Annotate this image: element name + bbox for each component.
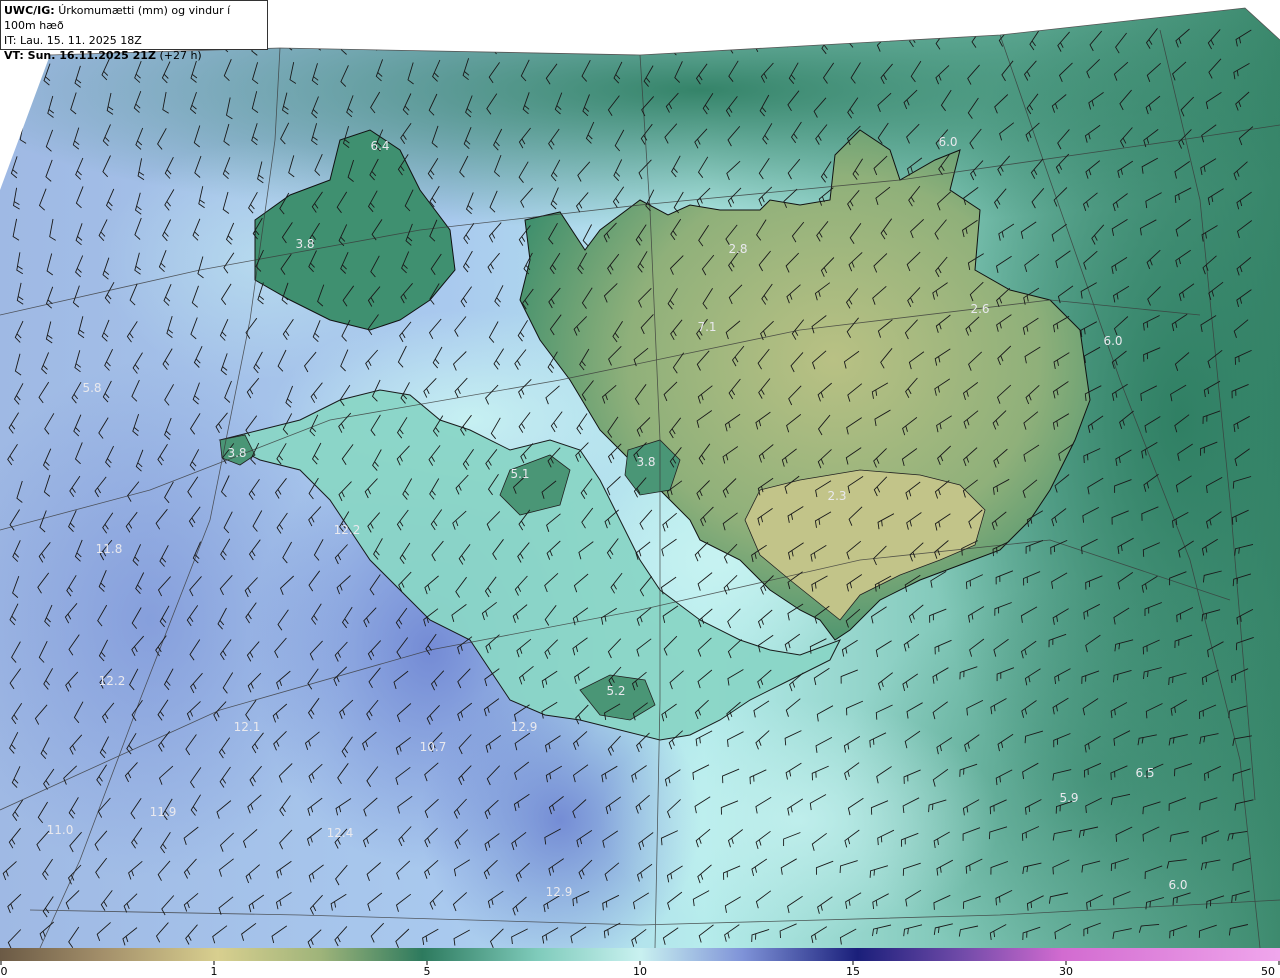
precip-value-label: 6.0 [938,135,957,149]
colorbar-tick-0: 0 [0,965,8,978]
precip-value-label: 5.8 [82,381,101,395]
precip-value-label: 11.0 [47,823,74,837]
precip-value-label: 12.1 [234,720,261,734]
colorbar-strip [0,948,1280,961]
colorbar-tick-15: 15 [846,965,860,978]
precip-value-label: 2.6 [970,302,989,316]
precip-value-label: 5.2 [606,684,625,698]
colorbar-tick-50: 50 [1261,965,1275,978]
precip-value-label: 12.9 [546,885,573,899]
precip-value-label: 12.4 [327,826,354,840]
precip-value-label: 6.5 [1135,766,1154,780]
model-name: UWC/IG: [4,4,55,17]
precip-value-label: 3.8 [636,455,655,469]
colorbar-tick-1: 1 [210,965,218,978]
precip-value-label: 3.8 [227,446,246,460]
colorbar-tick-30: 30 [1059,965,1073,978]
precip-value-label: 2.3 [827,489,846,503]
precipitation-wind-map: 6.4 6.0 3.8 2.8 2.6 6.0 7.1 5.8 3.8 3.8 5.1 2.3 12.2… [0,0,1280,948]
precip-value-label: 6.0 [1168,878,1187,892]
colorbar-tick-10: 10 [633,965,647,978]
precip-value-label: 12.2 [334,523,361,537]
precip-value-label: 10.7 [420,740,447,754]
precip-value-label: 6.4 [370,139,389,153]
precip-value-label: 2.8 [728,242,747,256]
precip-value-label: 11.9 [150,805,177,819]
precip-value-label: 6.0 [1103,334,1122,348]
init-time: IT: Lau. 15. 11. 2025 18Z [4,34,142,47]
precip-value-label: 5.9 [1059,791,1078,805]
colorbar-tick-5: 5 [423,965,431,978]
precip-value-label: 11.8 [96,542,123,556]
precip-value-label: 12.2 [99,674,126,688]
valid-time: VT: Sun. 16.11.2025 21Z [4,49,156,62]
precip-value-label: 3.8 [295,237,314,251]
precip-value-label: 12.9 [511,720,538,734]
map-info-box: UWC/IG: Úrkomumætti (mm) og vindur í 100… [0,0,268,62]
precip-value-label: 5.1 [510,467,529,481]
precip-value-label: 7.1 [697,320,716,334]
forecast-hour: (+27 h) [159,49,202,62]
